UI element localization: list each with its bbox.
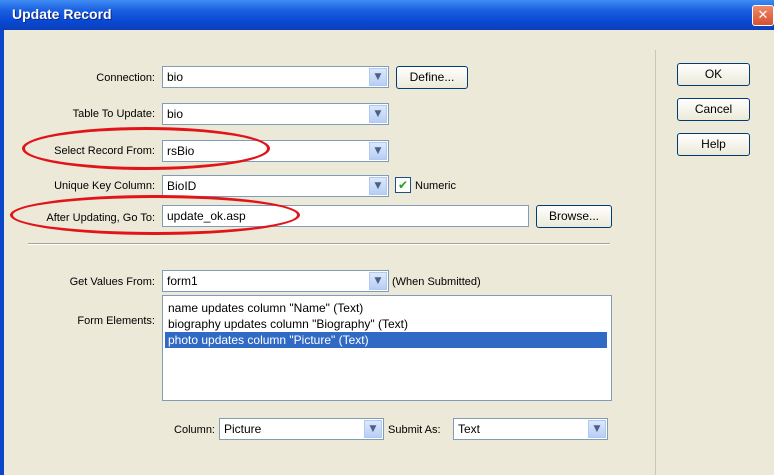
get-values-from-value: form1 xyxy=(167,274,198,288)
unique-key-column-select[interactable]: BioID ▼ xyxy=(162,175,389,197)
table-to-update-value: bio xyxy=(167,107,184,121)
table-to-update-label: Table To Update: xyxy=(72,108,155,120)
chevron-down-icon[interactable]: ▼ xyxy=(369,272,387,290)
title-bar[interactable]: Update Record ✕ xyxy=(0,0,774,30)
connection-value: bio xyxy=(167,70,184,84)
chevron-down-icon[interactable]: ▼ xyxy=(588,420,606,438)
list-item[interactable]: biography updates column "Biography" (Te… xyxy=(165,316,607,332)
update-record-dialog: Update Record ✕ Connection: bio ▼ Define… xyxy=(0,0,774,475)
submit-as-value: Text xyxy=(458,422,481,436)
list-item[interactable]: name updates column "Name" (Text) xyxy=(165,300,607,316)
column-select[interactable]: Picture ▼ xyxy=(219,418,384,440)
ok-button[interactable]: OK xyxy=(677,63,750,86)
chevron-down-icon[interactable]: ▼ xyxy=(369,105,387,123)
submit-as-select[interactable]: Text ▼ xyxy=(453,418,608,440)
close-button[interactable]: ✕ xyxy=(752,5,774,26)
form-elements-list[interactable]: name updates column "Name" (Text) biogra… xyxy=(162,295,612,401)
cancel-button[interactable]: Cancel xyxy=(677,98,750,121)
chevron-down-icon[interactable]: ▼ xyxy=(369,177,387,195)
dialog-title: Update Record xyxy=(12,6,112,22)
connection-label: Connection: xyxy=(96,72,155,84)
window-border xyxy=(0,30,4,475)
help-button[interactable]: Help xyxy=(677,133,750,156)
chevron-down-icon[interactable]: ▼ xyxy=(364,420,382,438)
table-to-update-select[interactable]: bio ▼ xyxy=(162,103,389,125)
browse-button[interactable]: Browse... xyxy=(536,205,612,228)
list-item-selected[interactable]: photo updates column "Picture" (Text) xyxy=(165,332,607,348)
unique-key-column-value: BioID xyxy=(167,179,197,193)
column-value: Picture xyxy=(224,422,262,436)
get-values-from-select[interactable]: form1 ▼ xyxy=(162,270,389,292)
submit-as-label: Submit As: xyxy=(388,424,441,436)
highlight-ellipse xyxy=(22,127,270,170)
connection-select[interactable]: bio ▼ xyxy=(162,66,389,88)
section-divider xyxy=(28,243,610,245)
chevron-down-icon[interactable]: ▼ xyxy=(369,142,387,160)
numeric-label: Numeric xyxy=(415,180,456,192)
when-submitted-note: (When Submitted) xyxy=(392,276,481,288)
form-elements-label: Form Elements: xyxy=(77,315,155,327)
get-values-from-label: Get Values From: xyxy=(69,276,155,288)
column-label: Column: xyxy=(174,424,215,436)
chevron-down-icon[interactable]: ▼ xyxy=(369,68,387,86)
highlight-ellipse xyxy=(10,195,300,235)
numeric-checkbox[interactable]: ✔ xyxy=(395,177,411,193)
define-button[interactable]: Define... xyxy=(396,66,468,89)
unique-key-column-label: Unique Key Column: xyxy=(54,180,155,192)
vertical-divider xyxy=(655,50,656,475)
